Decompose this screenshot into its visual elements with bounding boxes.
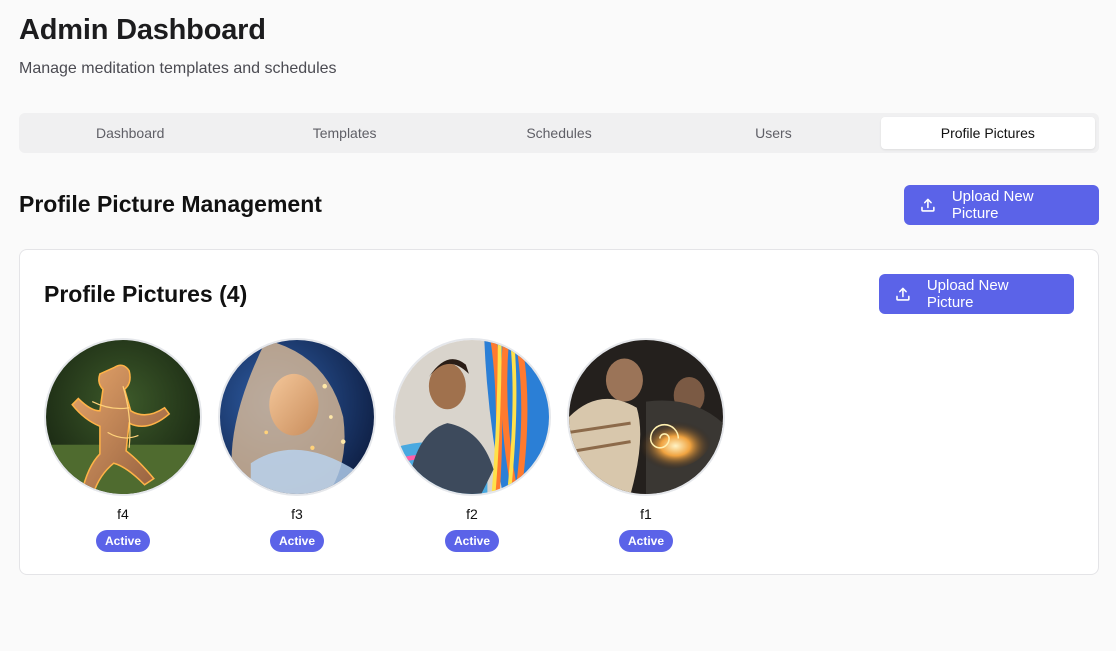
tab-templates[interactable]: Templates — [237, 117, 451, 149]
tab-profile-pictures[interactable]: Profile Pictures — [880, 117, 1096, 149]
page-subtitle: Manage meditation templates and schedule… — [19, 60, 337, 77]
tab-bar: Dashboard Templates Schedules Users Prof… — [19, 113, 1099, 153]
status-badge: Active — [444, 530, 500, 552]
profile-picture-thumbnail[interactable] — [218, 338, 376, 496]
upload-button-label: Upload New Picture — [926, 277, 1009, 311]
picture-name: f3 — [291, 506, 303, 522]
profile-picture-item: f2 Active — [393, 338, 551, 552]
profile-picture-thumbnail[interactable] — [393, 338, 551, 496]
card-upload-new-picture-button[interactable]: Upload New Picture — [879, 274, 1074, 314]
picture-name: f4 — [117, 506, 129, 522]
profile-picture-item: f1 Active — [567, 338, 725, 552]
upload-new-picture-button[interactable]: Upload New Picture — [904, 185, 1099, 225]
profile-picture-thumbnail[interactable] — [567, 338, 725, 496]
upload-icon — [896, 287, 910, 301]
status-badge: Active — [95, 530, 151, 552]
upload-button-label: Upload New Picture — [951, 188, 1034, 222]
profile-picture-item: f4 Active — [44, 338, 202, 552]
section-title: Profile Picture Management — [19, 191, 322, 217]
tab-dashboard[interactable]: Dashboard — [23, 117, 237, 149]
admin-dashboard-page: Admin Dashboard Manage meditation templa… — [0, 0, 1116, 651]
profile-picture-thumbnail[interactable] — [44, 338, 202, 496]
tab-schedules[interactable]: Schedules — [452, 117, 666, 149]
upload-icon — [921, 198, 935, 212]
status-badge: Active — [618, 530, 674, 552]
profile-picture-item: f3 Active — [218, 338, 376, 552]
card-title: Profile Pictures (4) — [44, 281, 248, 307]
picture-name: f1 — [640, 506, 652, 522]
page-title: Admin Dashboard — [19, 14, 266, 46]
status-badge: Active — [269, 530, 325, 552]
tab-users[interactable]: Users — [666, 117, 880, 149]
picture-name: f2 — [466, 506, 478, 522]
